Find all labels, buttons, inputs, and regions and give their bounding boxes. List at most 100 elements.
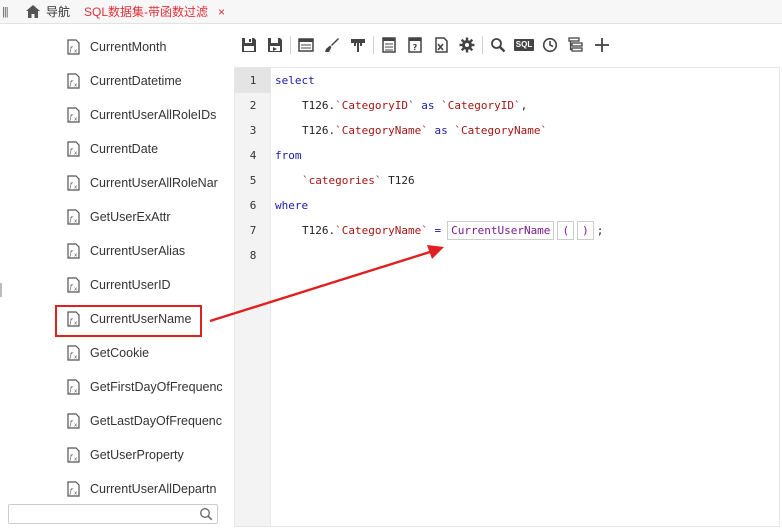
search-icon[interactable] — [199, 507, 213, 521]
function-icon: fx — [66, 107, 82, 123]
function-label: GetUserProperty — [90, 448, 184, 462]
function-item[interactable]: f x CurrentMonth — [0, 30, 228, 64]
svg-text:f: f — [69, 114, 74, 122]
keyword-as: as — [434, 124, 448, 137]
keyword-select: select — [275, 74, 315, 87]
column-identifier: `CategoryName` — [335, 224, 428, 237]
function-item[interactable]: f x GetFirstDayOfFrequenc — [0, 370, 228, 404]
search-input[interactable] — [9, 505, 197, 523]
toolbar-divider — [290, 36, 291, 54]
function-label: CurrentUserAllRoleIDs — [90, 108, 217, 122]
save-icon[interactable] — [238, 34, 260, 56]
function-item[interactable]: f x GetCookie — [0, 336, 228, 370]
sql-editor[interactable]: 1 2 3 4 5 6 7 8 select T126. `CategoryID`… — [234, 67, 780, 527]
function-item[interactable]: f x GetUserProperty — [0, 438, 228, 472]
app-window: ||| 导航 SQL数据集-带函数过滤 × f x CurrentMonth f x Cu… — [0, 0, 782, 531]
function-list: f x CurrentMonth f x CurrentDatetime f x Current… — [0, 30, 228, 506]
function-item[interactable]: f x CurrentUserAllRoleIDs — [0, 98, 228, 132]
sql-icon[interactable]: SQL — [513, 34, 535, 56]
function-icon: fx — [66, 175, 82, 191]
code-line-6: where — [275, 193, 308, 218]
function-item[interactable]: f x CurrentUserAllRoleNar — [0, 166, 228, 200]
function-label: CurrentMonth — [90, 40, 167, 54]
svg-text:f: f — [69, 420, 74, 428]
function-item[interactable]: f x CurrentUserName — [0, 302, 228, 336]
svg-text:?: ? — [413, 43, 418, 52]
table-alias: T126 — [388, 174, 415, 187]
svg-text:f: f — [69, 352, 74, 360]
line-gutter: 1 2 3 4 5 6 7 8 — [235, 68, 271, 526]
tab-sql-dataset[interactable]: SQL数据集-带函数过滤 — [84, 3, 208, 20]
line-number: 1 — [249, 74, 257, 87]
search-box — [8, 504, 218, 524]
function-item[interactable]: f x GetUserExAttr — [0, 200, 228, 234]
line-number: 4 — [249, 149, 257, 162]
function-label: CurrentUserAllDepartn — [90, 482, 217, 496]
svg-text:f: f — [69, 148, 74, 156]
svg-text:f: f — [69, 250, 74, 258]
keyword-from: from — [275, 149, 302, 162]
function-item[interactable]: f x CurrentUserID — [0, 268, 228, 302]
function-item[interactable]: f x CurrentUserAllDepartn — [0, 472, 228, 506]
excel-icon[interactable] — [430, 34, 452, 56]
toolbar-divider — [373, 36, 374, 54]
tab-bar: ||| 导航 SQL数据集-带函数过滤 × — [0, 0, 782, 24]
function-label: CurrentUserAlias — [90, 244, 186, 258]
gear-icon[interactable] — [456, 34, 478, 56]
plus-icon[interactable] — [591, 34, 613, 56]
brush-icon[interactable] — [321, 34, 343, 56]
column-identifier: `CategoryID` — [335, 99, 415, 112]
close-icon[interactable]: × — [218, 5, 225, 19]
function-label: GetFirstDayOfFrequenc — [90, 380, 223, 394]
line-number: 3 — [249, 124, 257, 137]
menu-icon[interactable]: ||| — [2, 6, 16, 18]
comma: , — [520, 99, 528, 112]
clock-icon[interactable] — [539, 34, 561, 56]
function-item[interactable]: f x GetLastDayOfFrequenc — [0, 404, 228, 438]
function-icon: fx — [66, 73, 82, 89]
function-item[interactable]: f x CurrentDate — [0, 132, 228, 166]
function-icon: fx — [66, 345, 82, 361]
keyword-as: as — [421, 99, 435, 112]
editor-panel: ? SQL 1 2 3 4 5 6 7 8 select T126.`Categ… — [232, 25, 782, 531]
line-number: 5 — [249, 174, 257, 187]
function-icon: fx — [66, 141, 82, 157]
function-label: CurrentUserAllRoleNar — [90, 176, 218, 190]
function-token[interactable]: CurrentUserName — [447, 221, 555, 240]
table-alias: T126. — [302, 224, 336, 237]
function-icon: fx — [66, 311, 82, 327]
code-line-1: select — [275, 68, 315, 93]
code-line-4: from — [275, 143, 302, 168]
svg-text:f: f — [69, 386, 74, 394]
keyword-where: where — [275, 199, 309, 212]
line-number: 8 — [249, 249, 257, 262]
svg-text:f: f — [69, 46, 74, 54]
svg-text:f: f — [69, 216, 74, 224]
function-icon: fx — [66, 379, 82, 395]
close-paren-token[interactable]: ) — [577, 221, 594, 240]
home-icon[interactable] — [26, 5, 40, 18]
layout-icon[interactable] — [295, 34, 317, 56]
function-item[interactable]: f x CurrentDatetime — [0, 64, 228, 98]
function-label: GetCookie — [90, 346, 150, 360]
line-number: 7 — [249, 224, 257, 237]
function-label: CurrentUserName — [90, 312, 192, 326]
svg-text:f: f — [69, 182, 74, 190]
query-icon[interactable]: ? — [404, 34, 426, 56]
save-as-icon[interactable] — [264, 34, 286, 56]
open-paren-token[interactable]: ( — [557, 221, 575, 240]
function-icon: fx — [66, 209, 82, 225]
function-sidebar: f x CurrentMonth f x CurrentDatetime f x Current… — [0, 25, 228, 531]
svg-text:f: f — [69, 488, 74, 496]
nav-label[interactable]: 导航 — [46, 3, 70, 20]
function-icon: fx — [66, 413, 82, 429]
table-icon[interactable] — [378, 34, 400, 56]
tree-icon[interactable] — [565, 34, 587, 56]
sql-icon-label: SQL — [513, 39, 535, 51]
function-icon: fx — [66, 447, 82, 463]
function-icon: fx — [66, 277, 82, 293]
function-item[interactable]: f x CurrentUserAlias — [0, 234, 228, 268]
search-icon[interactable] — [487, 34, 509, 56]
code-line-5: `categories` T126 — [302, 168, 415, 193]
format-icon[interactable] — [347, 34, 369, 56]
